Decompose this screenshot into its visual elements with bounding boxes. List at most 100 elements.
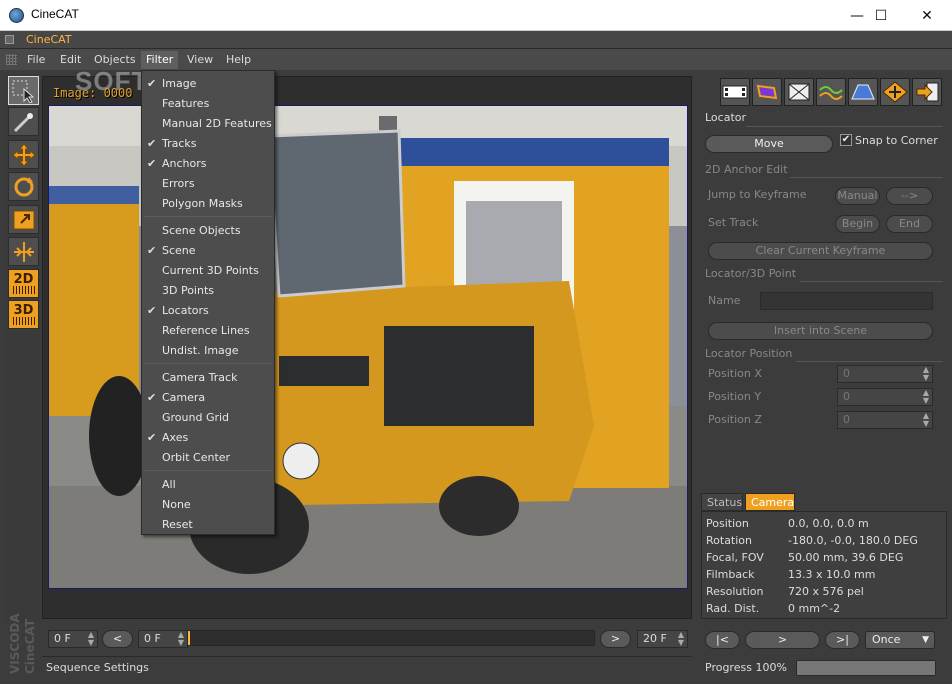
info-key: Position [706, 517, 749, 530]
filter-item-locators[interactable]: ✔ Locators [142, 301, 274, 320]
rotate-icon [14, 176, 33, 196]
locator-position-title: Locator Position [705, 347, 793, 360]
insert-into-scene-button[interactable]: Insert into Scene [708, 322, 933, 340]
filter-item-scene[interactable]: ✔ Scene [142, 241, 274, 260]
info-value: 720 x 576 pel [788, 585, 864, 598]
close-button[interactable]: ✕ [904, 0, 950, 31]
filter-item-none[interactable]: None [142, 495, 274, 514]
start-frame-value: 0 F [54, 632, 71, 645]
end-button[interactable]: End [886, 215, 933, 233]
divider [790, 177, 943, 178]
filter-item-features[interactable]: Features [142, 94, 274, 113]
info-value: -180.0, -0.0, 180.0 DEG [788, 534, 918, 547]
filter-item-reset[interactable]: Reset [142, 515, 274, 534]
filter-item-image[interactable]: ✔ Image [142, 74, 274, 93]
current-frame-spinner[interactable]: 0 F ▲ ▼ [138, 630, 188, 648]
move-cross-icon [11, 142, 36, 167]
filter-item-undist-image[interactable]: Undist. Image [142, 341, 274, 360]
filter-item-all[interactable]: All [142, 475, 274, 494]
tab-status[interactable]: Status [701, 493, 743, 511]
menu-file[interactable]: File [22, 51, 50, 69]
last-frame-button[interactable]: >| [825, 631, 860, 649]
play-button[interactable]: > [745, 631, 820, 649]
magic-wand-tool-button[interactable] [8, 107, 39, 136]
position-z-spinner[interactable]: 0 ▲ ▼ [837, 411, 933, 429]
filter-item-ground-grid[interactable]: Ground Grid [142, 408, 274, 427]
locator-button[interactable] [880, 78, 910, 106]
features-button[interactable] [752, 78, 782, 106]
first-frame-button[interactable]: |< [705, 631, 740, 649]
center-tool-button[interactable] [8, 237, 39, 266]
mask-button[interactable] [784, 78, 814, 106]
begin-button[interactable]: Begin [835, 215, 880, 233]
next-frame-button[interactable]: > [600, 630, 631, 648]
filter-item-axes[interactable]: ✔ Axes [142, 428, 274, 447]
window-titlebar: CineCAT — ☐ ✕ [0, 0, 952, 31]
select-tool-button[interactable] [8, 76, 39, 105]
info-value: 13.3 x 10.0 mm [788, 568, 876, 581]
prev-frame-button[interactable]: < [102, 630, 133, 648]
position-y-spinner[interactable]: 0 ▲ ▼ [837, 388, 933, 406]
film-strip-button[interactable] [720, 78, 750, 106]
export-button[interactable] [912, 78, 942, 106]
manual-button[interactable]: Manual [835, 187, 880, 205]
status-text: Sequence Settings [46, 661, 149, 674]
rotate-tool-button[interactable] [8, 172, 39, 201]
jump-next-button[interactable]: --> [886, 187, 933, 205]
camera-button[interactable] [848, 78, 878, 106]
name-input[interactable] [760, 292, 933, 310]
filter-item-camera[interactable]: ✔ Camera [142, 388, 274, 407]
grip-icon [6, 54, 17, 65]
start-frame-spinner[interactable]: 0 F ▲ ▼ [48, 630, 98, 648]
locator-3d-point-title: Locator/3D Point [705, 267, 797, 280]
snap-to-corner-checkbox[interactable]: ✔ [840, 134, 852, 146]
filter-item-anchors[interactable]: ✔ Anchors [142, 154, 274, 173]
scale-icon [13, 210, 34, 229]
checkmark-icon: ✔ [147, 77, 157, 90]
mode-3d-button[interactable]: 3D [8, 300, 39, 329]
info-key: Filmback [706, 568, 755, 581]
image-frame-label: Image: 0000 [53, 86, 133, 100]
filter-item-scene-objects[interactable]: Scene Objects [142, 221, 274, 240]
locator-diamond-icon [882, 81, 908, 103]
anchor-edit-title: 2D Anchor Edit [705, 163, 788, 176]
set-track-label: Set Track [708, 216, 759, 229]
filter-item-label: 3D Points [162, 284, 215, 297]
position-x-spinner[interactable]: 0 ▲ ▼ [837, 365, 933, 383]
checkmark-icon: ✔ [147, 391, 157, 404]
divider [800, 281, 943, 282]
tab-camera[interactable]: Camera [745, 493, 795, 511]
tracks-button[interactable] [816, 78, 846, 106]
maximize-button[interactable]: ☐ [858, 0, 904, 31]
scale-tool-button[interactable] [8, 205, 39, 234]
filter-item-tracks[interactable]: ✔ Tracks [142, 134, 274, 153]
filter-item-3d-points[interactable]: 3D Points [142, 281, 274, 300]
system-menu-icon[interactable] [5, 35, 14, 44]
name-label: Name [708, 294, 741, 307]
end-frame-spinner[interactable]: 20 F ▲ ▼ [637, 630, 688, 648]
mode-2d-button[interactable]: 2D [8, 269, 39, 298]
filter-item-reference-lines[interactable]: Reference Lines [142, 321, 274, 340]
filter-item-current-3d-points[interactable]: Current 3D Points [142, 261, 274, 280]
mode-3d-label: 3D [13, 303, 34, 318]
info-value: 0.0, 0.0, 0.0 m [788, 517, 869, 530]
playback-mode-select[interactable]: Once ▼ [865, 631, 935, 649]
filter-item-label: All [162, 478, 176, 491]
features-icon [756, 84, 778, 100]
grid-icon [12, 286, 35, 294]
playhead[interactable] [188, 631, 190, 645]
filter-item-manual-2d-features[interactable]: Manual 2D Features [142, 114, 274, 133]
spinner-arrows-icon: ▲ ▼ [87, 630, 94, 647]
progress-fill [797, 661, 935, 675]
info-key: Resolution [706, 585, 764, 598]
filter-item-errors[interactable]: Errors [142, 174, 274, 193]
filter-item-polygon-masks[interactable]: Polygon Masks [142, 194, 274, 213]
move-button[interactable]: Move [705, 135, 833, 153]
filter-item-label: Anchors [162, 157, 207, 170]
timeline-scrubber[interactable] [187, 630, 595, 646]
filter-item-label: Camera [162, 391, 206, 404]
filter-item-camera-track[interactable]: Camera Track [142, 368, 274, 387]
filter-item-orbit-center[interactable]: Orbit Center [142, 448, 274, 467]
translate-tool-button[interactable] [8, 140, 39, 169]
clear-current-keyframe-button[interactable]: Clear Current Keyframe [708, 242, 933, 260]
